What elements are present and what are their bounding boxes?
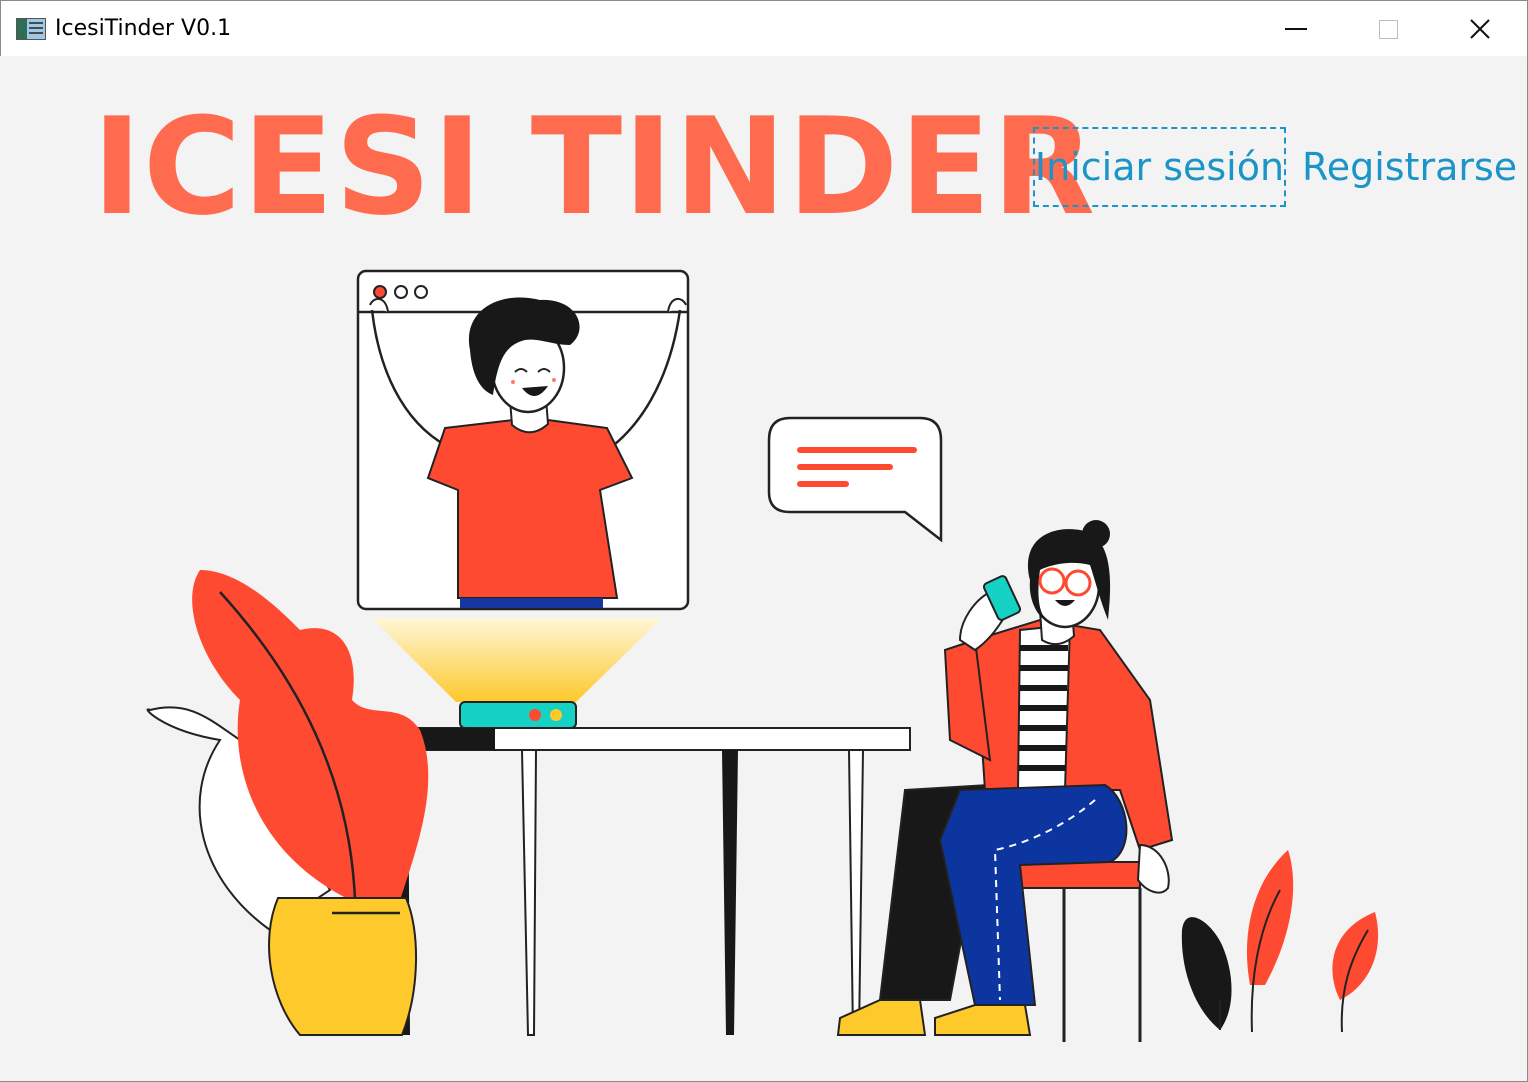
chat-bubble — [767, 416, 943, 543]
minimize-button[interactable] — [1250, 1, 1342, 57]
plant — [146, 570, 429, 1036]
window-title: IcesiTinder V0.1 — [55, 16, 232, 41]
video-screen — [356, 269, 690, 611]
minimize-icon — [1285, 28, 1307, 30]
maximize-button[interactable] — [1342, 1, 1434, 57]
main-content: ICESI TINDER Iniciar sesión Registrarse — [0, 56, 1526, 1081]
leaves — [1181, 850, 1379, 1033]
close-icon — [1470, 19, 1490, 39]
woman — [836, 520, 1174, 1042]
brand-title: ICESI TINDER — [92, 89, 1097, 245]
app-icon — [16, 18, 46, 40]
register-link[interactable]: Registrarse — [1302, 145, 1517, 189]
projector-beam — [372, 618, 662, 702]
table — [366, 727, 911, 1036]
maximize-icon — [1378, 19, 1398, 39]
login-link[interactable]: Iniciar sesión — [1033, 127, 1286, 207]
title-bar[interactable]: IcesiTinder V0.1 — [1, 1, 1527, 57]
close-button[interactable] — [1434, 1, 1526, 57]
